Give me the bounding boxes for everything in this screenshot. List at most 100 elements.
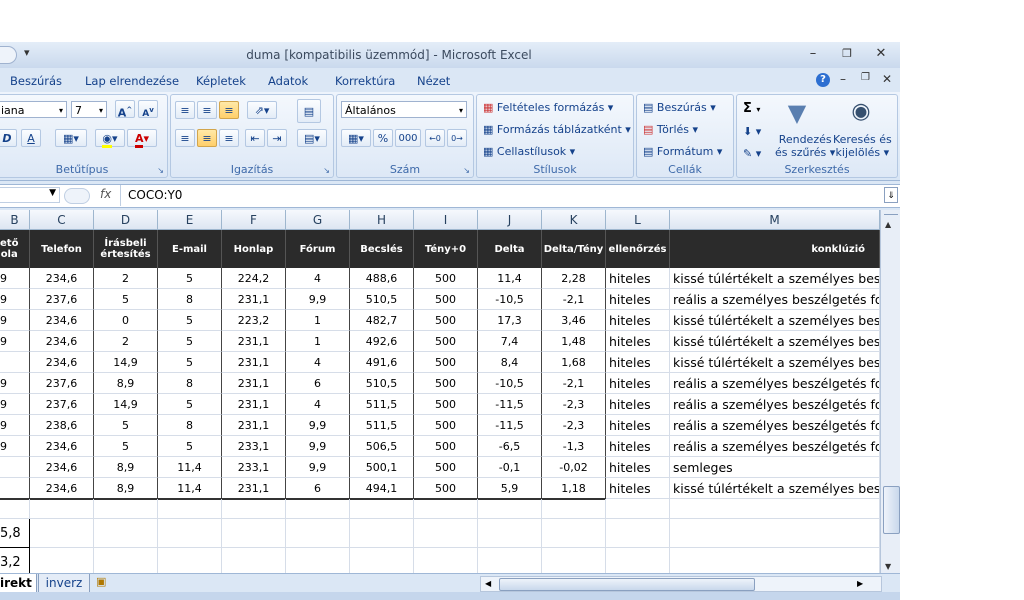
table-cell[interactable]: 7,4 <box>478 331 542 352</box>
table-cell[interactable]: 511,5 <box>350 415 414 436</box>
table-cell[interactable]: 9 <box>0 436 30 457</box>
empty-cell[interactable] <box>670 519 880 548</box>
column-header[interactable]: C <box>30 210 94 230</box>
table-cell[interactable]: reális a személyes beszélgetés for <box>670 289 880 310</box>
empty-cell[interactable] <box>94 519 158 548</box>
table-cell[interactable]: 234,6 <box>30 352 94 373</box>
vertical-scrollbar[interactable]: ▲ ▼ <box>880 210 900 576</box>
sheet-tab-inverz[interactable]: inverz <box>38 574 90 593</box>
table-cell[interactable]: -10,5 <box>478 289 542 310</box>
empty-cell[interactable] <box>30 499 94 519</box>
table-cell[interactable] <box>0 352 30 373</box>
table-cell[interactable]: 6 <box>286 373 350 394</box>
table-cell[interactable]: 8 <box>158 289 222 310</box>
ribbon-minimize-button[interactable]: – <box>840 72 846 86</box>
table-cell[interactable]: 510,5 <box>350 289 414 310</box>
empty-cell[interactable] <box>94 499 158 519</box>
tab-review[interactable]: Korrektúra <box>335 74 395 88</box>
format-as-table-button[interactable]: ▦ Formázás táblázatként ▾ <box>483 123 631 136</box>
formula-input[interactable]: COCO:Y0 <box>120 185 881 206</box>
column-header[interactable]: J <box>478 210 542 230</box>
table-cell[interactable]: 488,6 <box>350 268 414 289</box>
name-box[interactable]: ▼ <box>0 187 60 203</box>
empty-cell[interactable] <box>478 519 542 548</box>
table-cell[interactable]: hiteles <box>606 268 670 289</box>
table-cell[interactable]: 9,9 <box>286 457 350 478</box>
table-cell[interactable]: 482,7 <box>350 310 414 331</box>
underline-button[interactable]: A <box>21 129 41 147</box>
table-header-cell[interactable]: ető ola <box>0 230 30 268</box>
table-cell[interactable]: 9 <box>0 310 30 331</box>
table-cell[interactable]: -2,3 <box>542 415 606 436</box>
table-cell[interactable]: 506,5 <box>350 436 414 457</box>
table-cell[interactable]: 234,6 <box>30 310 94 331</box>
empty-cell[interactable] <box>0 499 30 519</box>
empty-cell[interactable] <box>286 499 350 519</box>
empty-cell[interactable] <box>222 548 286 576</box>
table-cell[interactable]: -10,5 <box>478 373 542 394</box>
table-cell[interactable]: reális a személyes beszélgetés for <box>670 373 880 394</box>
insert-function-button[interactable]: fx <box>100 187 111 201</box>
table-cell[interactable]: -2,3 <box>542 394 606 415</box>
table-cell[interactable]: 1,68 <box>542 352 606 373</box>
table-header-cell[interactable]: Tény+0 <box>414 230 478 268</box>
table-cell[interactable]: 14,9 <box>94 352 158 373</box>
table-header-cell[interactable]: konklúzió <box>670 230 880 268</box>
align-top-icon[interactable]: ≡ <box>175 101 195 119</box>
table-cell[interactable]: 5 <box>94 289 158 310</box>
empty-cell[interactable] <box>350 519 414 548</box>
insert-sheet-icon[interactable]: ▣ <box>96 575 118 591</box>
table-cell[interactable]: -11,5 <box>478 415 542 436</box>
empty-cell[interactable] <box>222 519 286 548</box>
table-cell[interactable]: 5 <box>158 268 222 289</box>
table-cell[interactable]: semleges <box>670 457 880 478</box>
align-bottom-icon[interactable]: ≡ <box>219 101 239 119</box>
number-format-box[interactable]: Általános ▾ <box>341 101 467 118</box>
value-cell[interactable]: 3,2 <box>0 548 30 576</box>
table-cell[interactable]: kissé túlértékelt a személyes besz <box>670 331 880 352</box>
table-cell[interactable]: 491,6 <box>350 352 414 373</box>
table-cell[interactable]: 223,2 <box>222 310 286 331</box>
table-cell[interactable]: -11,5 <box>478 394 542 415</box>
vertical-scroll-thumb[interactable] <box>883 486 900 534</box>
empty-cell[interactable] <box>350 548 414 576</box>
empty-cell[interactable] <box>478 548 542 576</box>
table-header-cell[interactable]: E-mail <box>158 230 222 268</box>
table-cell[interactable]: 8,4 <box>478 352 542 373</box>
table-cell[interactable]: 234,6 <box>30 478 94 499</box>
table-cell[interactable]: 11,4 <box>158 457 222 478</box>
table-cell[interactable]: -2,1 <box>542 373 606 394</box>
table-cell[interactable]: 4 <box>286 394 350 415</box>
font-size-box[interactable]: 7 ▾ <box>71 101 107 118</box>
minimize-button[interactable]: – <box>800 45 826 63</box>
table-cell[interactable]: 9 <box>0 289 30 310</box>
table-cell[interactable]: 6 <box>286 478 350 499</box>
scroll-up-icon[interactable]: ▲ <box>885 220 891 229</box>
empty-cell[interactable] <box>542 519 606 548</box>
table-cell[interactable]: 5 <box>158 352 222 373</box>
table-cell[interactable]: 500 <box>414 457 478 478</box>
column-header[interactable]: G <box>286 210 350 230</box>
close-button[interactable]: ✕ <box>868 45 894 63</box>
table-cell[interactable]: 500 <box>414 478 478 499</box>
table-cell[interactable]: 233,1 <box>222 436 286 457</box>
table-header-cell[interactable]: Fórum <box>286 230 350 268</box>
fill-button[interactable]: ⬇ ▾ <box>743 125 761 138</box>
table-header-cell[interactable]: Delta <box>478 230 542 268</box>
table-cell[interactable]: 234,6 <box>30 331 94 352</box>
table-header-cell[interactable]: ellenőrzés <box>606 230 670 268</box>
empty-cell[interactable] <box>30 519 94 548</box>
table-cell[interactable]: kissé túlértékelt a személyes besz <box>670 478 880 499</box>
table-cell[interactable]: 5,9 <box>478 478 542 499</box>
table-cell[interactable]: 231,1 <box>222 415 286 436</box>
table-cell[interactable]: 1,48 <box>542 331 606 352</box>
table-cell[interactable]: 500 <box>414 415 478 436</box>
borders-button[interactable]: ▦▾ <box>55 129 87 147</box>
table-cell[interactable]: reális a személyes beszélgetés for <box>670 436 880 457</box>
delete-cells-button[interactable]: ▤ Törlés ▾ <box>643 123 698 136</box>
column-header[interactable]: E <box>158 210 222 230</box>
empty-cell[interactable] <box>414 499 478 519</box>
tab-insert[interactable]: Beszúrás <box>10 74 62 88</box>
table-cell[interactable]: reális a személyes beszélgetés for <box>670 394 880 415</box>
empty-cell[interactable] <box>606 499 670 519</box>
